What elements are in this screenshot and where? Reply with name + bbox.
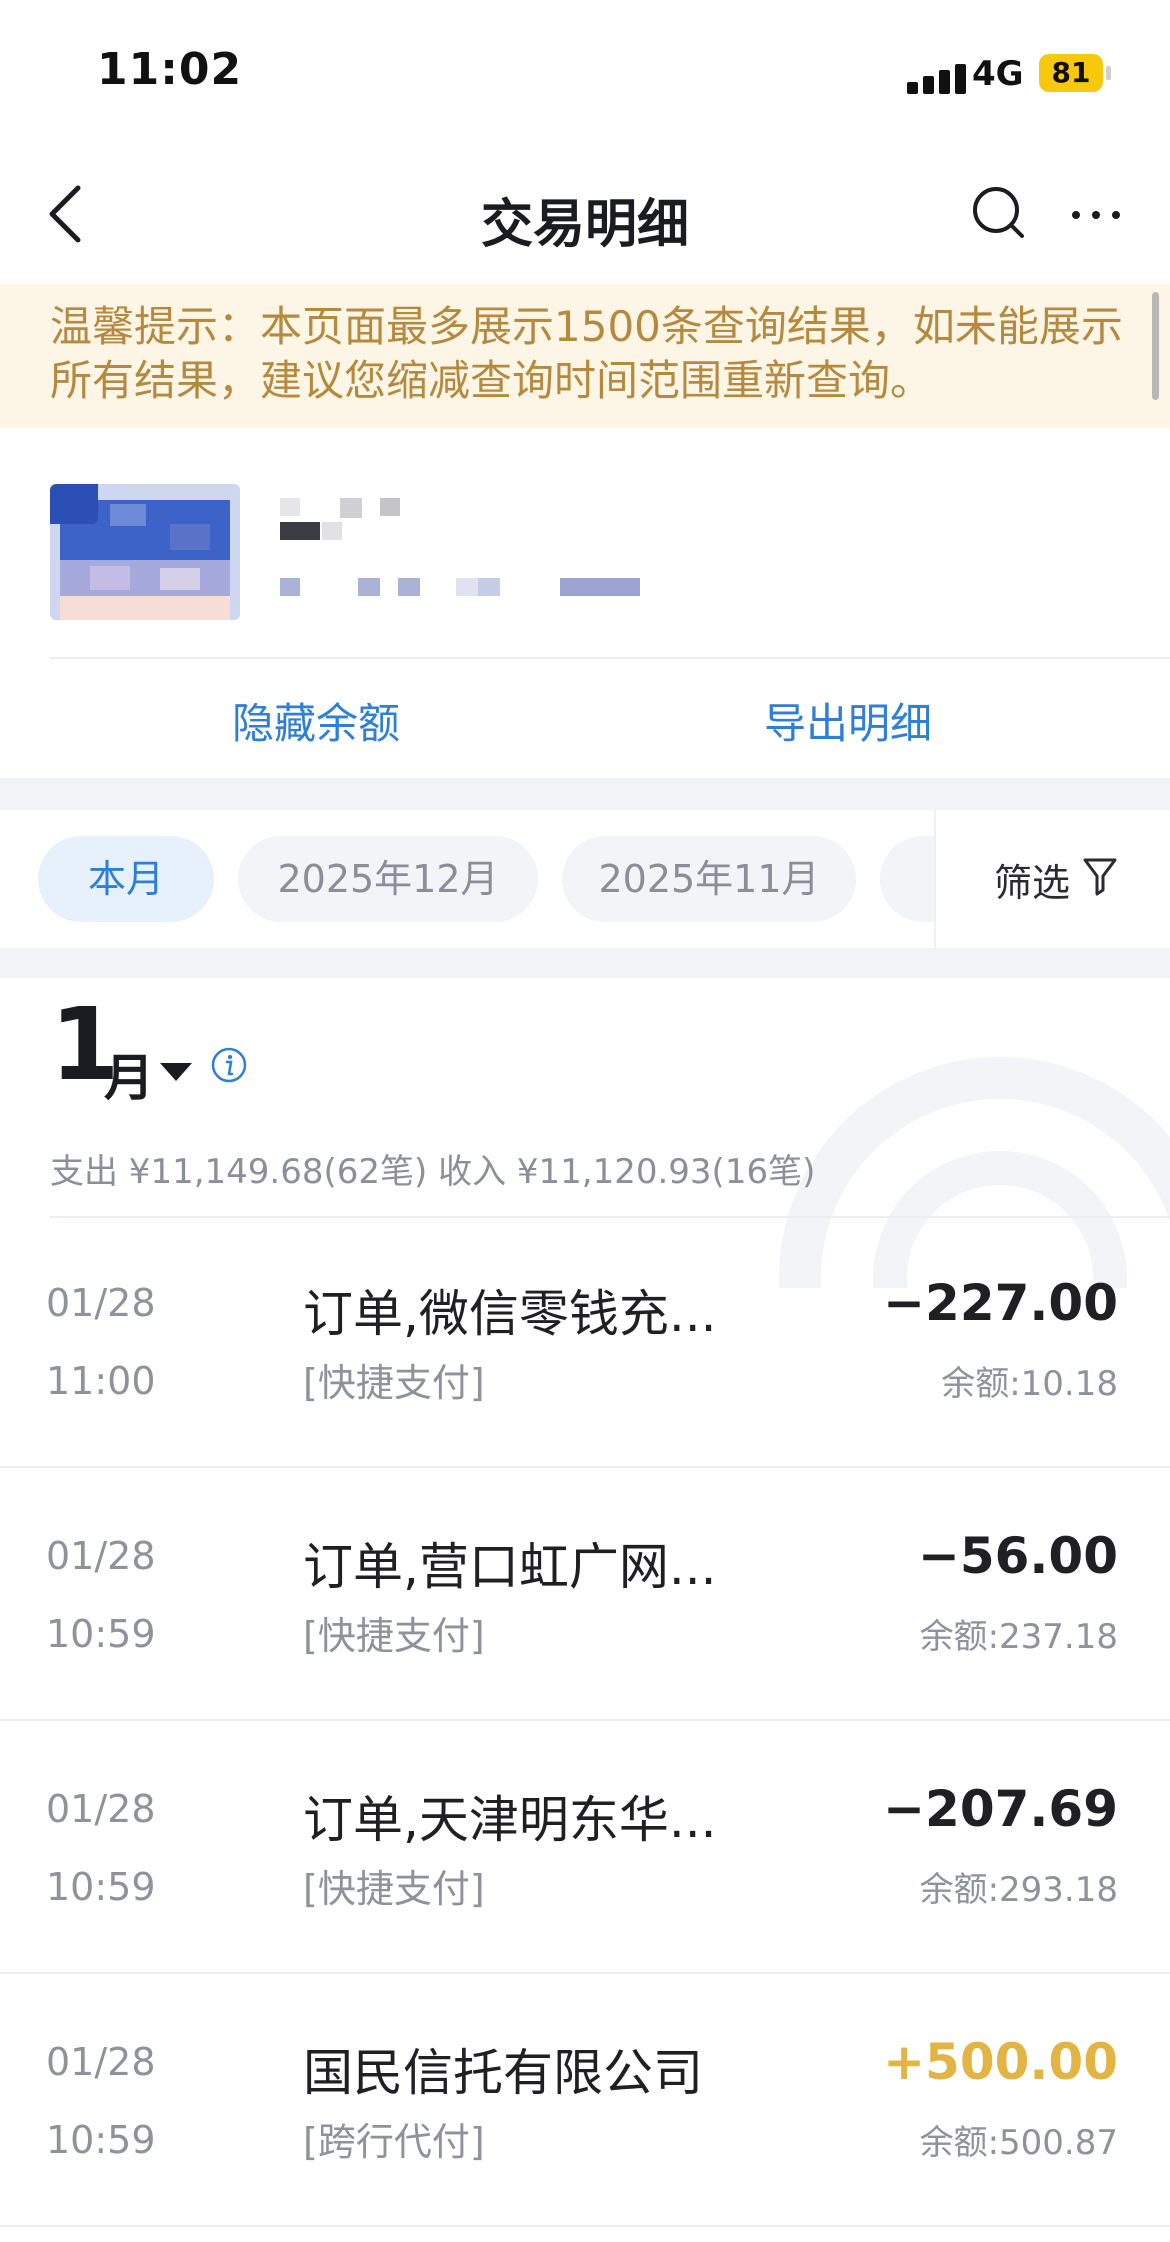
hide-balance-button[interactable]: 隐藏余额 <box>232 690 400 751</box>
network-type: 4G <box>972 54 1024 94</box>
row-divider <box>0 1466 1170 1468</box>
transaction-type: [快捷支付] <box>303 1614 485 1658</box>
transaction-date: 01/28 <box>46 1534 156 1578</box>
transaction-title: 订单,微信零钱充... <box>303 1285 717 1343</box>
more-icon[interactable] <box>1068 198 1124 232</box>
transaction-amount: −227.00 <box>883 1274 1118 1332</box>
section-gap <box>0 948 1170 978</box>
transaction-time: 11:00 <box>46 1359 156 1403</box>
transaction-type: [跨行代付] <box>303 2120 485 2164</box>
transaction-date: 01/28 <box>46 2040 156 2084</box>
transaction-date: 01/28 <box>46 1281 156 1325</box>
card-divider <box>50 657 1170 659</box>
scrollbar[interactable] <box>1152 292 1159 400</box>
transaction-balance: 余额:293.18 <box>919 1870 1118 1910</box>
section-gap <box>0 778 1170 810</box>
search-icon[interactable] <box>970 184 1026 244</box>
masked-card-number <box>280 578 640 598</box>
battery-tip <box>1106 66 1111 80</box>
month-unit[interactable]: 月 <box>104 1038 154 1110</box>
transaction-date: 01/28 <box>46 1787 156 1831</box>
transaction-amount: −207.69 <box>883 1780 1118 1838</box>
filter-icon[interactable] <box>1082 856 1118 896</box>
filter-label[interactable]: 筛选 <box>994 852 1070 907</box>
transaction-title: 订单,天津明东华... <box>303 1791 717 1849</box>
transaction-title: 国民信托有限公司 <box>303 2044 703 2102</box>
transaction-amount: −56.00 <box>917 1527 1118 1585</box>
transaction-type: [快捷支付] <box>303 1867 485 1911</box>
status-time: 11:02 <box>97 44 243 95</box>
transaction-time: 10:59 <box>46 1612 156 1656</box>
month-summary: 支出 ¥11,149.68(62笔) 收入 ¥11,120.93(16笔) <box>50 1152 816 1192</box>
info-icon[interactable] <box>210 1046 248 1084</box>
chip-2025-11[interactable]: 2025年11月 <box>562 836 856 922</box>
transaction-title: 订单,营口虹广网... <box>303 1538 717 1596</box>
notice-text: 温馨提示：本页面最多展示1500条查询结果，如未能展示所有结果，建议您缩减查询时… <box>50 302 1123 405</box>
transaction-time: 10:59 <box>46 1865 156 1909</box>
row-divider <box>0 1972 1170 1974</box>
transaction-balance: 余额:500.87 <box>919 2123 1118 2163</box>
row-divider <box>0 2225 1170 2227</box>
transaction-amount: +500.00 <box>883 2033 1118 2091</box>
chip-2025-12[interactable]: 2025年12月 <box>238 836 538 922</box>
caret-down-icon[interactable] <box>158 1060 194 1084</box>
row-divider <box>0 1719 1170 1721</box>
transaction-balance: 余额:10.18 <box>941 1364 1118 1404</box>
transaction-time: 10:59 <box>46 2118 156 2162</box>
bank-card-image <box>50 484 240 620</box>
transaction-type: [快捷支付] <box>303 1361 485 1405</box>
transaction-balance: 余额:237.18 <box>919 1617 1118 1657</box>
battery-icon: 81 <box>1039 54 1103 92</box>
masked-account-name <box>280 498 420 542</box>
export-details-button[interactable]: 导出明细 <box>764 690 932 751</box>
chip-this-month[interactable]: 本月 <box>38 836 214 922</box>
